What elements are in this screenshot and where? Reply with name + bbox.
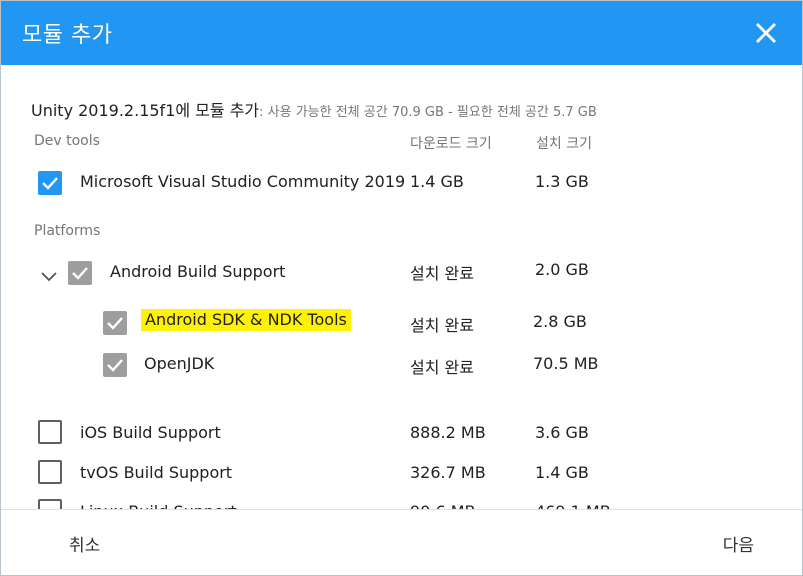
module-install-size: 1.3 GB (535, 172, 589, 191)
module-install-size: 1.4 GB (535, 463, 589, 482)
checkbox-installed (68, 261, 92, 285)
module-row-tvos[interactable]: tvOS Build Support 326.7 MB 1.4 GB (1, 458, 802, 488)
module-status: 설치 완료 (410, 316, 474, 335)
space-summary: Unity 2019.2.15f1에 모듈 추가: 사용 가능한 전체 공간 7… (31, 97, 597, 121)
section-platforms: Platforms (34, 223, 101, 239)
dialog-footer: 취소 다음 (1, 509, 802, 575)
module-label: tvOS Build Support (80, 463, 233, 482)
module-row-android-sdk-ndk[interactable]: Android SDK & NDK Tools 설치 완료 2.8 GB (1, 307, 802, 337)
column-download-size: 다운로드 크기 (410, 136, 492, 152)
checkbox-installed (103, 353, 127, 377)
module-download-size: 888.2 MB (410, 423, 486, 442)
checkbox-checked[interactable] (38, 171, 62, 195)
module-install-size: 70.5 MB (533, 354, 599, 373)
summary-main: Unity 2019.2.15f1에 모듈 추가 (31, 101, 260, 120)
module-status: 설치 완료 (410, 264, 474, 283)
close-icon[interactable] (754, 21, 778, 45)
module-download-size: 1.4 GB (410, 172, 464, 191)
module-label: iOS Build Support (80, 423, 221, 442)
module-row-ios[interactable]: iOS Build Support 888.2 MB 3.6 GB (1, 418, 802, 448)
checkbox-unchecked[interactable] (38, 460, 62, 484)
module-row-openjdk[interactable]: OpenJDK 설치 완료 70.5 MB (1, 349, 802, 379)
add-modules-dialog: 모듈 추가 Unity 2019.2.15f1에 모듈 추가: 사용 가능한 전… (0, 0, 803, 576)
module-download-size: 326.7 MB (410, 463, 486, 482)
module-row-android[interactable]: Android Build Support 설치 완료 2.0 GB (1, 257, 802, 287)
chevron-down-icon[interactable] (41, 268, 57, 282)
dialog-titlebar: 모듈 추가 (1, 1, 802, 65)
checkbox-installed (103, 311, 127, 335)
module-label: OpenJDK (144, 354, 215, 373)
highlighted-label: Android SDK & NDK Tools (141, 309, 351, 331)
section-dev-tools: Dev tools (34, 133, 100, 149)
next-button[interactable]: 다음 (723, 531, 754, 556)
module-install-size: 2.8 GB (533, 312, 587, 331)
module-status: 설치 완료 (410, 358, 474, 377)
modules-content[interactable]: Unity 2019.2.15f1에 모듈 추가: 사용 가능한 전체 공간 7… (1, 65, 802, 510)
module-label: Android Build Support (110, 262, 286, 281)
dialog-title: 모듈 추가 (22, 23, 113, 48)
checkbox-unchecked[interactable] (38, 420, 62, 444)
module-row-visual-studio[interactable]: Microsoft Visual Studio Community 2019 1… (1, 167, 802, 197)
module-label: Android SDK & NDK Tools (141, 309, 351, 331)
module-label: Microsoft Visual Studio Community 2019 (80, 172, 406, 191)
module-install-size: 3.6 GB (535, 423, 589, 442)
column-install-size: 설치 크기 (536, 136, 592, 152)
module-install-size: 2.0 GB (535, 260, 589, 279)
cancel-button[interactable]: 취소 (69, 531, 100, 556)
summary-detail: : 사용 가능한 전체 공간 70.9 GB - 필요한 전체 공간 5.7 G… (259, 105, 597, 120)
